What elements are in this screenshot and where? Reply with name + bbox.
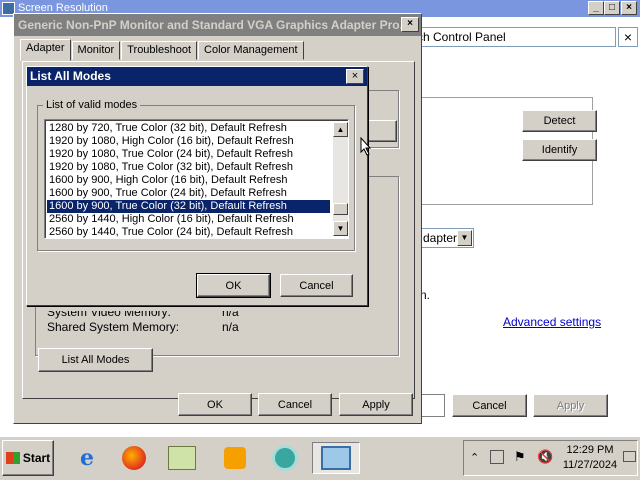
mode-list-item[interactable]: 1600 by 900, True Color (24 bit), Defaul… — [47, 187, 330, 200]
properties-apply-button[interactable]: Apply — [339, 393, 413, 416]
clock-time: 12:29 PM — [566, 444, 614, 456]
search-control-panel-input[interactable]: rch Control Panel — [406, 27, 616, 47]
mouse-cursor-icon — [360, 137, 372, 156]
modes-title: List All Modes — [30, 69, 111, 83]
modes-title-bar[interactable]: List All Modes — [27, 67, 367, 86]
tab-color-management-label: Color Management — [204, 44, 298, 56]
properties-cancel-label: Cancel — [277, 398, 313, 411]
shared-memory-label: Shared System Memory: — [47, 320, 180, 334]
properties-tabs: Adapter Monitor Troubleshoot Color Manag… — [20, 39, 305, 61]
start-button[interactable]: Start — [2, 440, 54, 476]
bg-cancel-button[interactable]: Cancel — [452, 394, 527, 417]
shared-memory-value: n/a — [222, 320, 239, 334]
app-icon[interactable] — [268, 442, 302, 474]
modes-ok-label: OK — [225, 279, 242, 292]
bg-cancel-label: Cancel — [472, 399, 507, 412]
tab-adapter[interactable]: Adapter — [20, 39, 71, 61]
minimize-button[interactable]: _ — [588, 1, 604, 15]
properties-cancel-button[interactable]: Cancel — [258, 393, 332, 416]
list-all-modes-label: List All Modes — [61, 354, 130, 366]
firefox-icon[interactable] — [117, 442, 151, 474]
tab-color-management[interactable]: Color Management — [198, 41, 304, 60]
mode-list-item[interactable]: 2560 by 1440, High Color (16 bit), Defau… — [47, 213, 330, 226]
identify-button[interactable]: Identify — [522, 139, 597, 161]
internet-explorer-icon[interactable]: e — [70, 442, 104, 474]
start-label: Start — [22, 451, 51, 465]
mode-list-item[interactable]: 2560 by 1440, True Color (24 bit), Defau… — [47, 226, 330, 238]
speaker-muted-icon[interactable]: 🔇 — [537, 449, 553, 465]
mode-list-item[interactable]: 1600 by 900, High Color (16 bit), Defaul… — [47, 174, 330, 187]
bg-apply-label: Apply — [556, 399, 585, 412]
clock[interactable]: 12:29 PM 11/27/2024 — [558, 443, 622, 473]
modes-close-button[interactable]: × — [346, 69, 364, 84]
detect-label: Detect — [543, 115, 576, 127]
flag-icon[interactable]: ⚑ — [514, 449, 526, 465]
scroll-down-icon[interactable]: ▼ — [333, 221, 348, 236]
modes-scrollbar[interactable]: ▲ ▼ — [333, 122, 348, 236]
network-icon[interactable] — [490, 450, 504, 464]
media-player-glyph — [224, 447, 246, 469]
modes-listbox[interactable]: 1280 by 720, True Color (32 bit), Defaul… — [44, 119, 349, 239]
search-clear-icon[interactable]: × — [618, 27, 638, 47]
modes-ok-button[interactable]: OK — [196, 273, 271, 298]
advanced-settings-link[interactable]: Advanced settings — [503, 315, 601, 329]
display-select-value: dapter — [423, 231, 458, 245]
show-desktop-icon[interactable] — [623, 451, 636, 462]
search-text: rch Control Panel — [413, 30, 506, 44]
identify-label: Identify — [541, 144, 578, 156]
control-panel-glyph — [168, 446, 196, 470]
tab-monitor-label: Monitor — [77, 44, 115, 56]
firefox-glyph — [122, 446, 146, 470]
tab-troubleshoot[interactable]: Troubleshoot — [121, 41, 198, 60]
screen-resolution-task-button[interactable] — [312, 442, 360, 474]
mode-list-item[interactable]: 1600 by 900, True Color (32 bit), Defaul… — [47, 200, 330, 213]
mode-list-item[interactable]: 1920 by 1080, True Color (32 bit), Defau… — [47, 161, 330, 174]
tab-adapter-label: Adapter — [26, 42, 65, 54]
media-player-icon[interactable] — [218, 442, 252, 474]
list-all-modes-button[interactable]: List All Modes — [38, 348, 153, 372]
properties-title: Generic Non-PnP Monitor and Standard VGA… — [18, 18, 410, 32]
properties-ok-label: OK — [207, 398, 223, 411]
windows-logo-icon — [5, 452, 20, 464]
tab-monitor[interactable]: Monitor — [71, 41, 121, 60]
show-hidden-icons-icon[interactable]: ⌃ — [470, 451, 479, 464]
chevron-down-icon[interactable]: ▼ — [457, 230, 472, 246]
app-glyph — [272, 445, 298, 471]
screen-resolution-icon — [321, 446, 351, 470]
clock-date: 11/27/2024 — [562, 459, 618, 471]
list-all-modes-dialog: List All Modes × List of valid modes 128… — [26, 66, 368, 306]
maximize-button[interactable]: □ — [604, 1, 620, 15]
scroll-up-icon[interactable]: ▲ — [333, 122, 348, 137]
mode-list-item[interactable]: 1280 by 720, True Color (32 bit), Defaul… — [47, 122, 330, 135]
properties-close-button[interactable]: × — [401, 17, 419, 32]
properties-ok-button[interactable]: OK — [178, 393, 252, 416]
mode-list-item[interactable]: 1920 by 1080, True Color (24 bit), Defau… — [47, 148, 330, 161]
close-button[interactable]: × — [621, 1, 637, 15]
detect-button[interactable]: Detect — [522, 110, 597, 132]
tab-troubleshoot-label: Troubleshoot — [127, 44, 192, 56]
bg-apply-button[interactable]: Apply — [533, 394, 608, 417]
properties-apply-label: Apply — [362, 398, 390, 411]
properties-title-bar[interactable]: Generic Non-PnP Monitor and Standard VGA… — [14, 14, 421, 36]
modes-cancel-label: Cancel — [299, 279, 334, 292]
valid-modes-group-label: List of valid modes — [43, 99, 141, 111]
control-panel-icon[interactable] — [165, 442, 199, 474]
display-select[interactable]: dapter ▼ — [416, 228, 474, 248]
modes-cancel-button[interactable]: Cancel — [280, 274, 353, 297]
scroll-thumb[interactable] — [333, 203, 348, 215]
mode-list-item[interactable]: 1920 by 1080, High Color (16 bit), Defau… — [47, 135, 330, 148]
